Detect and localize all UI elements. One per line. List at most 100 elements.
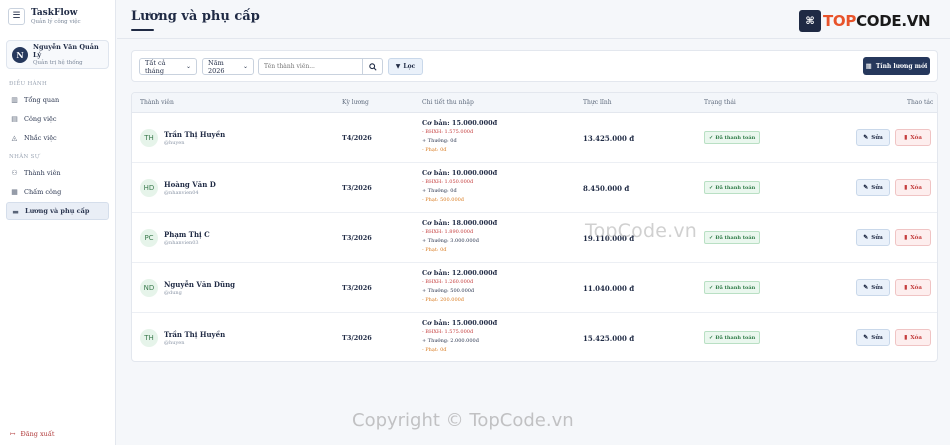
income-details: Cơ bản: 15.000.000đ - BHXH: 1.575.000đ + T… bbox=[422, 119, 497, 156]
bonus: + Thưởng: 0đ bbox=[422, 188, 457, 194]
delete-button[interactable]: ▮ Xóa bbox=[895, 279, 931, 296]
sidebar-item-overview[interactable]: ▥ Tổng quan bbox=[6, 91, 109, 109]
logout-button[interactable]: ↦ Đăng xuất bbox=[6, 427, 58, 441]
check-icon: ✓ bbox=[709, 184, 714, 191]
member-avatar: HD bbox=[140, 179, 158, 197]
delete-button[interactable]: ▮ Xóa bbox=[895, 329, 931, 346]
month-select[interactable]: Tất cả tháng ⌄ bbox=[139, 58, 197, 75]
member-avatar: TH bbox=[140, 329, 158, 347]
topcode-logo: ⌘ TOPCODE.VN bbox=[799, 10, 931, 32]
filter-icon: ▼ bbox=[395, 63, 401, 70]
fine: - Phạt: 200.000đ bbox=[422, 297, 465, 303]
table-header: Thành viên Kỳ lương Chi tiết thu nhập Th… bbox=[132, 93, 937, 113]
sidebar-item-label: Nhắc việc bbox=[24, 134, 57, 142]
salary-period: T3/2026 bbox=[342, 184, 372, 192]
delete-button[interactable]: ▮ Xóa bbox=[895, 229, 931, 246]
table-row: ND Nguyễn Văn Dũng @dung T3/2026 Cơ bản: 12.… bbox=[132, 263, 937, 313]
chevron-down-icon: ⌄ bbox=[185, 63, 191, 70]
section-label-hr: NHÂN SỰ bbox=[9, 154, 40, 160]
main-content: Lương và phụ cấp ⌘ TOPCODE.VN Tất cả thá… bbox=[117, 0, 950, 445]
status-badge: ✓ Đã thanh toán bbox=[704, 331, 761, 344]
logo-suffix: CODE.VN bbox=[856, 12, 931, 30]
column-details: Chi tiết thu nhập bbox=[422, 99, 474, 106]
delete-label: Xóa bbox=[910, 234, 922, 241]
status-label: Đã thanh toán bbox=[715, 284, 756, 291]
avatar: N bbox=[12, 46, 28, 63]
member-name: Nguyễn Văn Dũng bbox=[164, 280, 236, 289]
check-icon: ✓ bbox=[709, 284, 714, 291]
sidebar-item-attendance[interactable]: ▦ Chấm công bbox=[6, 183, 109, 201]
bonus: + Thưởng: 0đ bbox=[422, 138, 457, 144]
brand: ☰ TaskFlow Quản lý công việc bbox=[0, 0, 115, 32]
filter-label: Lọc bbox=[403, 63, 416, 70]
member-handle: @dung bbox=[164, 290, 182, 296]
chevron-down-icon: ⌄ bbox=[242, 63, 248, 70]
edit-button[interactable]: ✎ Sửa bbox=[856, 329, 890, 346]
edit-button[interactable]: ✎ Sửa bbox=[856, 129, 890, 146]
sidebar-item-salary[interactable]: ▬ Lương và phụ cấp bbox=[6, 202, 109, 220]
member-name: Trần Thị Huyền bbox=[164, 330, 226, 339]
clipboard-icon: ▤ bbox=[11, 115, 18, 123]
page-title: Lương và phụ cấp bbox=[131, 9, 260, 24]
salary-period: T4/2026 bbox=[342, 134, 372, 142]
delete-button[interactable]: ▮ Xóa bbox=[895, 129, 931, 146]
menu-icon[interactable]: ☰ bbox=[8, 7, 25, 25]
status-badge: ✓ Đã thanh toán bbox=[704, 281, 761, 294]
sidebar-item-tasks[interactable]: ▤ Công việc bbox=[6, 110, 109, 128]
table-row: TH Trần Thị Huyền @huyen T4/2026 Cơ bản: 15.… bbox=[132, 113, 937, 163]
status-badge: ✓ Đã thanh toán bbox=[704, 181, 761, 194]
member-handle: @nhanvien04 bbox=[164, 190, 199, 196]
calculate-salary-button[interactable]: ▦ Tính lương mới bbox=[863, 57, 930, 75]
filter-button[interactable]: ▼ Lọc bbox=[388, 58, 423, 75]
sidebar-item-members[interactable]: ⚇ Thành viên bbox=[6, 164, 109, 182]
edit-button[interactable]: ✎ Sửa bbox=[856, 179, 890, 196]
status-label: Đã thanh toán bbox=[715, 184, 756, 191]
table-row: HD Hoàng Văn D @nhanvien04 T3/2026 Cơ bản: 1… bbox=[132, 163, 937, 213]
bonus: + Thưởng: 3.000.000đ bbox=[422, 238, 479, 244]
user-name: Nguyễn Văn Quản Lý bbox=[33, 43, 99, 59]
delete-button[interactable]: ▮ Xóa bbox=[895, 179, 931, 196]
member-name: Hoàng Văn D bbox=[164, 180, 216, 189]
sidebar-item-label: Lương và phụ cấp bbox=[25, 207, 90, 215]
delete-label: Xóa bbox=[910, 134, 922, 141]
fine: - Phạt: 0đ bbox=[422, 347, 447, 353]
member-handle: @nhanvien03 bbox=[164, 240, 199, 246]
check-icon: ✓ bbox=[709, 234, 714, 241]
edit-button[interactable]: ✎ Sửa bbox=[856, 279, 890, 296]
insurance-deduction: - BHXH: 1.260.000đ bbox=[422, 279, 474, 285]
delete-label: Xóa bbox=[910, 184, 922, 191]
edit-button[interactable]: ✎ Sửa bbox=[856, 229, 890, 246]
column-actions: Thao tác bbox=[907, 99, 934, 106]
user-card[interactable]: N Nguyễn Văn Quản Lý Quản trị hệ thống bbox=[6, 40, 109, 69]
check-icon: ✓ bbox=[709, 134, 714, 141]
edit-label: Sửa bbox=[871, 184, 883, 191]
month-select-value: Tất cả tháng bbox=[145, 58, 166, 75]
status-label: Đã thanh toán bbox=[715, 334, 756, 341]
wallet-icon: ▬ bbox=[12, 206, 19, 216]
year-select[interactable]: Năm 2026 ⌄ bbox=[202, 58, 254, 75]
sidebar-item-label: Thành viên bbox=[24, 169, 61, 177]
edit-label: Sửa bbox=[871, 234, 883, 241]
income-details: Cơ bản: 12.000.000đ - BHXH: 1.260.000đ + T… bbox=[422, 269, 497, 306]
calculator-icon: ▦ bbox=[865, 62, 872, 70]
net-salary: 11.040.000 đ bbox=[583, 284, 635, 293]
calendar-icon: ▦ bbox=[11, 188, 18, 196]
salary-period: T3/2026 bbox=[342, 334, 372, 342]
trash-icon: ▮ bbox=[904, 134, 908, 141]
salary-period: T3/2026 bbox=[342, 234, 372, 242]
base-salary: Cơ bản: 12.000.000đ bbox=[422, 269, 498, 277]
status-label: Đã thanh toán bbox=[715, 234, 756, 241]
member-name: Phạm Thị C bbox=[164, 230, 210, 239]
search-input[interactable] bbox=[258, 58, 362, 75]
users-icon: ⚇ bbox=[11, 169, 18, 177]
base-salary: Cơ bản: 18.000.000đ bbox=[422, 219, 498, 227]
logo-mark-icon: ⌘ bbox=[799, 10, 821, 32]
sidebar-item-reminders[interactable]: ◬ Nhắc việc bbox=[6, 129, 109, 147]
edit-label: Sửa bbox=[871, 284, 883, 291]
search-button[interactable] bbox=[362, 58, 383, 75]
income-details: Cơ bản: 18.000.000đ - BHXH: 1.890.000đ + T… bbox=[422, 219, 497, 256]
pencil-icon: ✎ bbox=[863, 134, 869, 141]
salary-period: T3/2026 bbox=[342, 284, 372, 292]
table-row: TH Trần Thị Huyền @huyen T3/2026 Cơ bản: 15.… bbox=[132, 313, 937, 361]
insurance-deduction: - BHXH: 1.890.000đ bbox=[422, 229, 474, 235]
